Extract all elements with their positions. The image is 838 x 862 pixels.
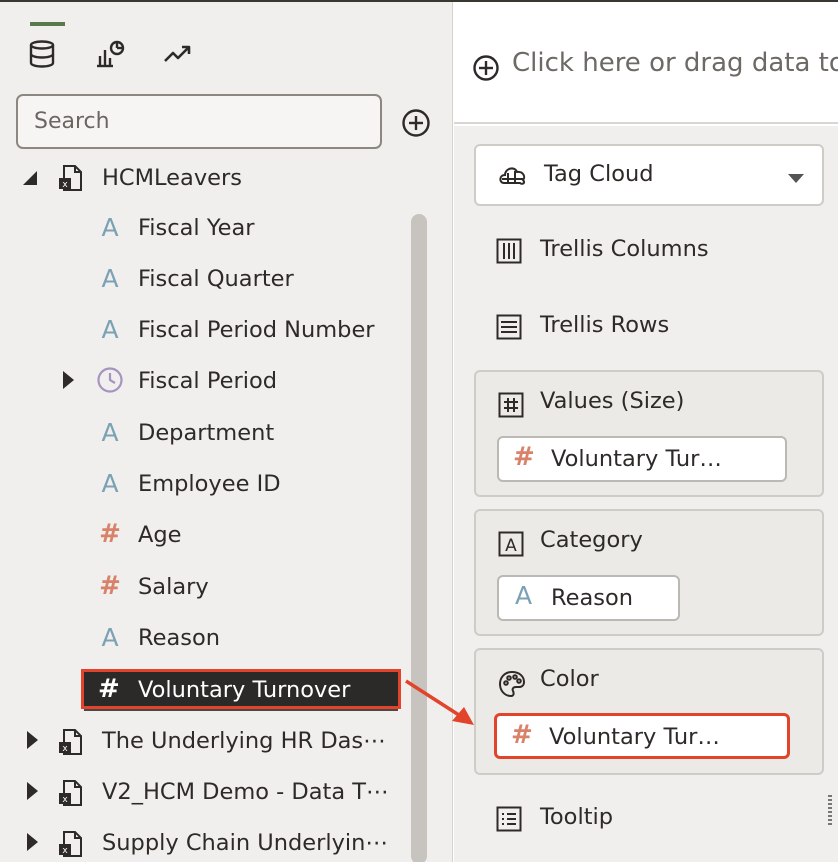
category-label: Category [540, 527, 643, 553]
item-label: Reason [138, 625, 221, 651]
drag-arrow-icon [405, 679, 474, 725]
expand-triangle-icon[interactable] [60, 370, 76, 390]
attribute-icon: A [101, 469, 119, 498]
attribute-icon: A [101, 315, 119, 344]
pill-label: Reason [551, 585, 634, 611]
viz-type-dropdown[interactable]: Tag Cloud [474, 144, 824, 206]
spreadsheet-icon: x [58, 779, 84, 807]
attribute-icon: A [101, 418, 119, 447]
clock-icon [96, 366, 124, 398]
item-label: Fiscal Period Number [138, 317, 375, 343]
item-label: Age [138, 522, 182, 548]
hash-icon: # [99, 519, 121, 549]
category-section[interactable]: A Category A Reason [474, 509, 824, 636]
selected-item-shadow [84, 709, 398, 711]
item-label: Department [138, 420, 275, 446]
search-input[interactable] [16, 94, 382, 149]
attribute-icon: A [515, 581, 533, 610]
item-label: Salary [138, 574, 209, 600]
item-label: Fiscal Year [138, 215, 255, 241]
spreadsheet-icon: x [58, 164, 84, 192]
add-circle-icon [472, 54, 500, 86]
color-section[interactable]: Color # Voluntary Tur… [474, 648, 824, 775]
database-icon[interactable] [24, 36, 60, 72]
collapse-triangle-icon[interactable] [22, 168, 38, 188]
chart-icon[interactable] [92, 36, 128, 72]
data-panel: x HCMLeavers A Fiscal Year A Fiscal Quar… [0, 2, 453, 862]
active-tab-indicator [30, 22, 65, 26]
chevron-down-icon [788, 174, 804, 183]
pill-label: Voluntary Tur… [551, 446, 722, 472]
resize-handle[interactable] [828, 795, 832, 825]
svg-text:x: x [62, 795, 68, 805]
trellis-rows-label: Trellis Rows [540, 312, 670, 338]
list-item-selected[interactable]: # Voluntary Turnover [81, 669, 401, 709]
scrollbar[interactable] [411, 214, 427, 862]
svg-text:x: x [62, 744, 68, 754]
trellis-columns-label: Trellis Columns [540, 236, 709, 262]
viz-type-label: Tag Cloud [544, 161, 654, 187]
add-data-button[interactable] [400, 107, 432, 139]
tag-cloud-icon [498, 163, 528, 193]
item-label: Fiscal Period [138, 368, 277, 394]
palette-icon [498, 670, 526, 702]
category-pill[interactable]: A Reason [497, 575, 680, 621]
trend-icon[interactable] [160, 36, 196, 72]
item-label: Fiscal Quarter [138, 266, 294, 292]
svg-text:x: x [62, 846, 68, 856]
attribute-icon: A [101, 623, 119, 652]
tooltip-label: Tooltip [540, 804, 614, 830]
canvas-drop-zone[interactable]: Click here or drag data to [454, 2, 838, 124]
dataset-label: V2_HCM Demo - Data T⋯ [102, 779, 389, 805]
item-label: Employee ID [138, 471, 281, 497]
drop-hint: Click here or drag data to [512, 48, 838, 78]
svg-text:x: x [62, 180, 68, 190]
attribute-icon: A [101, 213, 119, 242]
hash-icon: # [511, 720, 533, 750]
item-label: Voluntary Turnover [138, 677, 351, 703]
tooltip-list-icon [496, 806, 522, 836]
pill-label: Voluntary Tur… [549, 724, 720, 750]
hash-icon: # [98, 674, 120, 704]
values-label: Values (Size) [540, 388, 685, 414]
grid-hash-icon [498, 392, 524, 422]
dataset-label: HCMLeavers [102, 165, 242, 191]
dataset-hcmleavers[interactable]: HCMLeavers [102, 156, 242, 200]
svg-text:A: A [505, 536, 517, 556]
rows-icon [496, 314, 522, 344]
attribute-icon: A [101, 264, 119, 293]
columns-icon [496, 238, 522, 268]
spreadsheet-icon: x [58, 830, 84, 858]
expand-triangle-icon[interactable] [24, 832, 40, 852]
color-label: Color [540, 666, 599, 692]
values-section[interactable]: Values (Size) # Voluntary Tur… [474, 370, 824, 497]
values-pill[interactable]: # Voluntary Tur… [497, 436, 787, 482]
expand-triangle-icon[interactable] [24, 730, 40, 750]
dataset-label: The Underlying HR Das⋯ [102, 728, 386, 754]
hash-icon: # [513, 442, 535, 472]
dataset-label: Supply Chain Underlyin⋯ [102, 830, 388, 856]
hash-icon: # [99, 571, 121, 601]
spreadsheet-icon: x [58, 728, 84, 756]
expand-triangle-icon[interactable] [24, 781, 40, 801]
attribute-box-icon: A [498, 531, 524, 561]
visualization-config: Tag Cloud Trellis Columns Trellis Rows V… [454, 126, 838, 862]
color-pill-highlighted[interactable]: # Voluntary Tur… [494, 713, 790, 759]
grammar-panel: Click here or drag data to Tag Cloud Tre… [454, 2, 838, 862]
